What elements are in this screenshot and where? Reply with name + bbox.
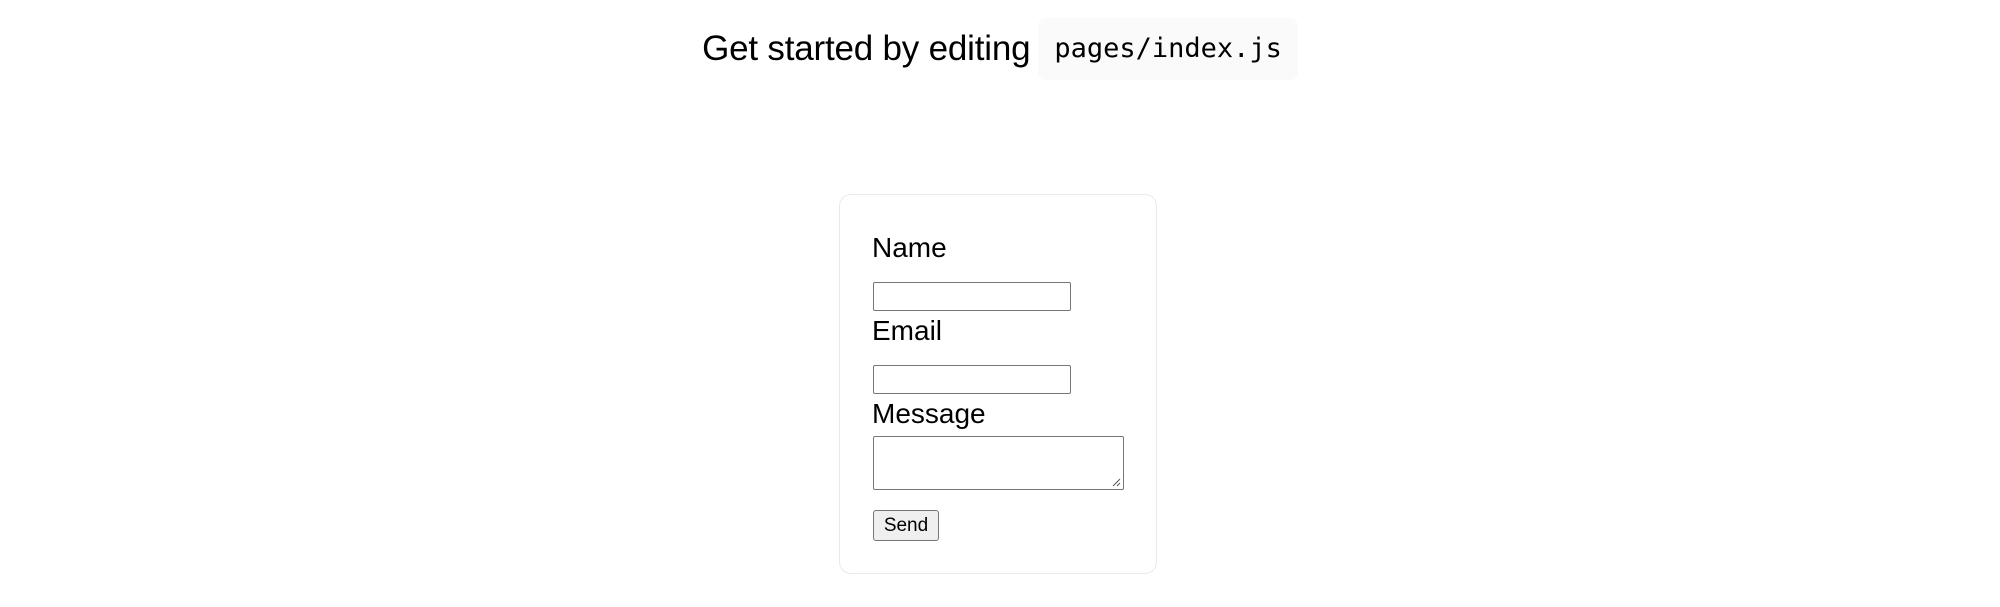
intro-line: Get started by editing pages/index.js (0, 18, 2000, 80)
intro-text: Get started by editing (702, 29, 1031, 68)
email-label: Email (872, 315, 943, 346)
contact-form: Name Email Message Send (839, 194, 1157, 574)
email-input[interactable] (873, 365, 1071, 394)
message-textarea[interactable] (873, 436, 1124, 490)
name-input[interactable] (873, 282, 1071, 311)
page: Get started by editing pages/index.js Na… (0, 0, 2000, 607)
name-label: Name (872, 232, 947, 263)
intro-code-path: pages/index.js (1038, 18, 1298, 80)
resize-grip-icon[interactable] (1111, 477, 1121, 487)
send-button[interactable]: Send (873, 510, 939, 541)
message-label: Message (872, 398, 986, 429)
